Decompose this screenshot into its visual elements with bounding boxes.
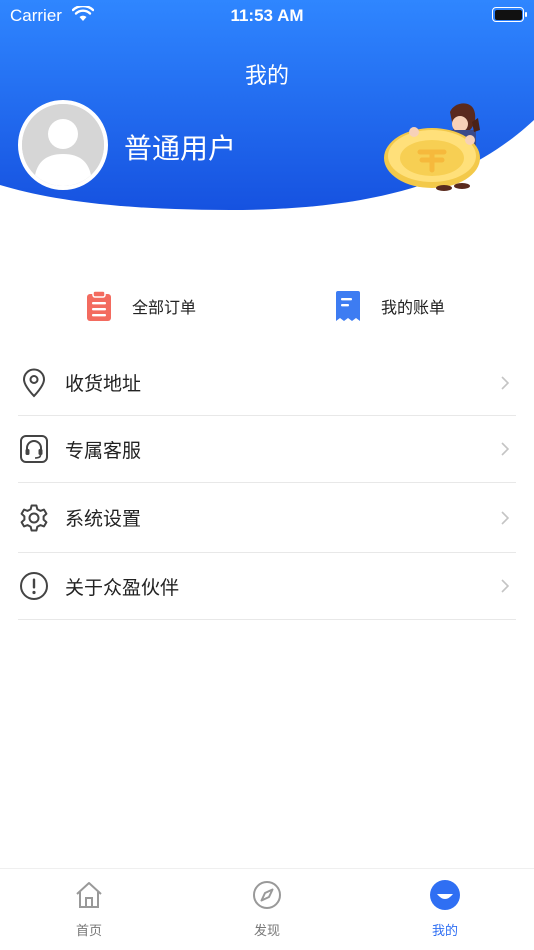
clipboard-icon bbox=[87, 290, 111, 321]
settings-menu: 收货地址 专属客服 系统设置 关于众盈伙伴 bbox=[18, 350, 516, 620]
tab-label: 我的 bbox=[431, 924, 458, 939]
menu-item-label: 关于众盈伙伴 bbox=[65, 576, 180, 599]
profile-icon bbox=[430, 880, 460, 910]
avatar[interactable] bbox=[18, 100, 108, 190]
tab-label: 发现 bbox=[253, 924, 280, 939]
tab-mine[interactable]: 我的 bbox=[400, 879, 490, 939]
profile-header: Carrier 11:53 AM 我的 普通用户 bbox=[0, 0, 534, 215]
chevron-right-icon bbox=[501, 510, 510, 525]
menu-item-label: 系统设置 bbox=[65, 508, 142, 530]
page-title: 我的 bbox=[244, 64, 289, 89]
menu-item-system-settings[interactable]: 系统设置 bbox=[18, 483, 516, 553]
tab-home[interactable]: 首页 bbox=[44, 879, 134, 939]
menu-item-shipping-address[interactable]: 收货地址 bbox=[18, 350, 516, 416]
headset-icon bbox=[20, 435, 48, 463]
info-icon bbox=[20, 572, 48, 600]
gear-icon bbox=[20, 504, 48, 531]
clock: 11:53 AM bbox=[230, 6, 304, 25]
quick-actions: 全部订单 我的账单 bbox=[0, 284, 534, 328]
menu-item-about[interactable]: 关于众盈伙伴 bbox=[18, 553, 516, 620]
chevron-right-icon bbox=[501, 375, 510, 390]
receipt-icon bbox=[336, 291, 360, 321]
home-icon bbox=[76, 882, 102, 908]
chevron-right-icon bbox=[501, 579, 510, 593]
tab-label: 首页 bbox=[75, 924, 102, 939]
username: 普通用户 bbox=[124, 132, 237, 165]
status-bar: Carrier 11:53 AM bbox=[0, 0, 534, 32]
menu-item-customer-service[interactable]: 专属客服 bbox=[18, 416, 516, 483]
bottom-tab-bar: 首页 发现 我的 bbox=[0, 868, 534, 950]
all-orders-button[interactable]: 全部订单 bbox=[86, 284, 196, 328]
compass-icon bbox=[253, 881, 281, 909]
battery-icon bbox=[492, 7, 527, 22]
my-bills-button[interactable]: 我的账单 bbox=[335, 284, 445, 328]
default-avatar-icon bbox=[22, 104, 104, 186]
menu-item-label: 专属客服 bbox=[65, 439, 142, 462]
my-bills-label: 我的账单 bbox=[381, 298, 446, 317]
all-orders-label: 全部订单 bbox=[132, 298, 197, 317]
menu-item-label: 收货地址 bbox=[65, 373, 142, 395]
coin-mascot-illustration bbox=[384, 103, 480, 191]
chevron-right-icon bbox=[501, 442, 510, 456]
tab-discover[interactable]: 发现 bbox=[222, 879, 312, 939]
location-pin-icon bbox=[22, 368, 46, 397]
